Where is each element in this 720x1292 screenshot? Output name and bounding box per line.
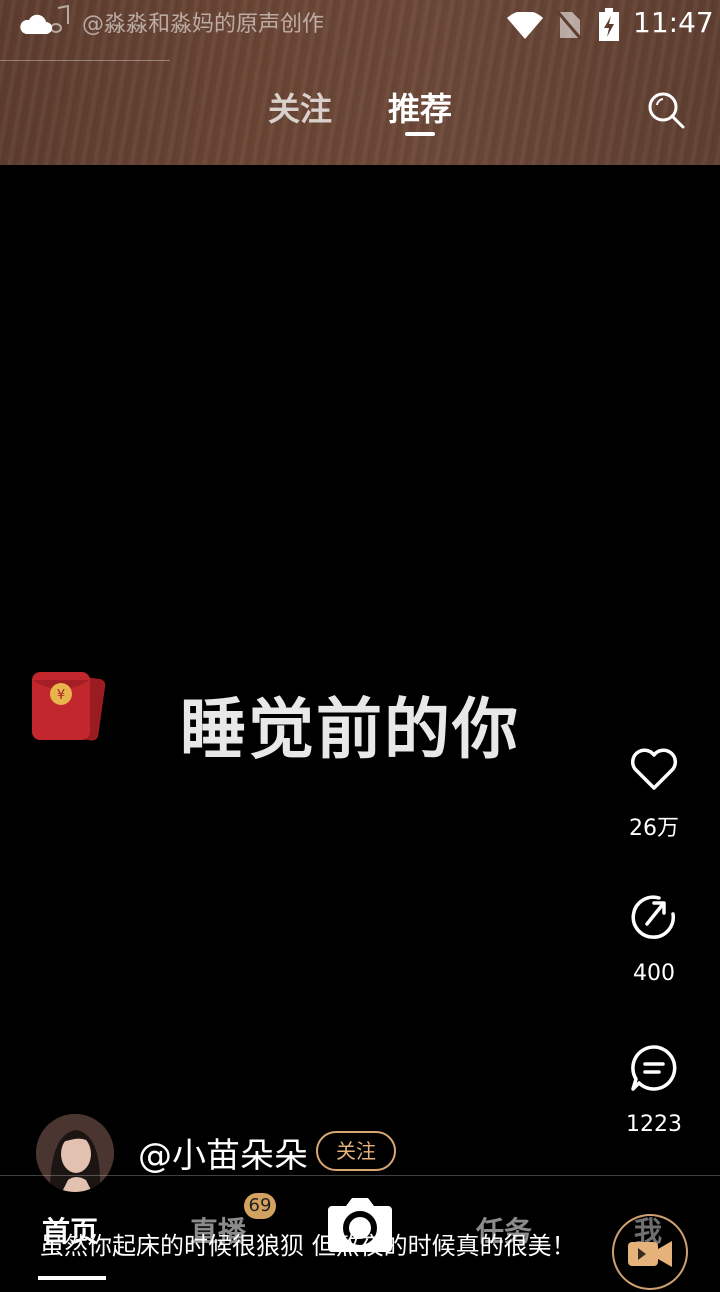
clock-time: 11:47 <box>633 6 714 39</box>
like-count: 26万 <box>629 816 679 841</box>
battery-charging-icon <box>599 8 619 41</box>
tab-recommend[interactable]: 推荐 <box>388 84 452 130</box>
video-caption-text: 睡觉前的你 <box>180 691 520 768</box>
svg-text:¥: ¥ <box>57 688 65 703</box>
author-name[interactable]: @小苗朵朵 <box>138 1128 308 1177</box>
comment-icon[interactable] <box>629 1043 679 1093</box>
video-camera-icon <box>628 1241 672 1267</box>
heart-icon[interactable] <box>629 744 679 794</box>
wifi-icon <box>507 12 543 39</box>
music-note-icon <box>50 4 69 33</box>
share-count: 400 <box>633 961 675 986</box>
tab-follow[interactable]: 关注 <box>268 84 332 130</box>
header-bar: @淼淼和淼妈的原声创作 11:47 关注 推荐 <box>0 0 720 165</box>
video-description: 虽然你起床的时候很狼狈 但熬夜的时候真的很美！ <box>40 1232 576 1260</box>
comment-count: 1223 <box>626 1112 682 1137</box>
author-avatar[interactable] <box>36 1114 114 1192</box>
video-record-button[interactable] <box>612 1214 688 1290</box>
live-count-badge: 69 <box>244 1193 276 1219</box>
playback-progress-line <box>0 60 170 61</box>
audio-source-text[interactable]: @淼淼和淼妈的原声创作 <box>82 6 324 38</box>
bottom-nav-divider <box>0 1175 720 1176</box>
share-icon[interactable] <box>629 892 679 942</box>
red-envelope-icon[interactable]: ¥ <box>28 668 106 746</box>
video-player[interactable] <box>0 165 720 1175</box>
active-tab-indicator <box>405 132 435 136</box>
follow-button[interactable]: 关注 <box>316 1131 396 1171</box>
active-nav-indicator <box>38 1276 106 1280</box>
avatar-photo <box>36 1114 114 1192</box>
no-sim-icon <box>556 10 582 40</box>
search-icon[interactable] <box>646 90 686 130</box>
status-bar: @淼淼和淼妈的原声创作 11:47 <box>0 0 720 50</box>
cloud-icon <box>20 14 52 34</box>
